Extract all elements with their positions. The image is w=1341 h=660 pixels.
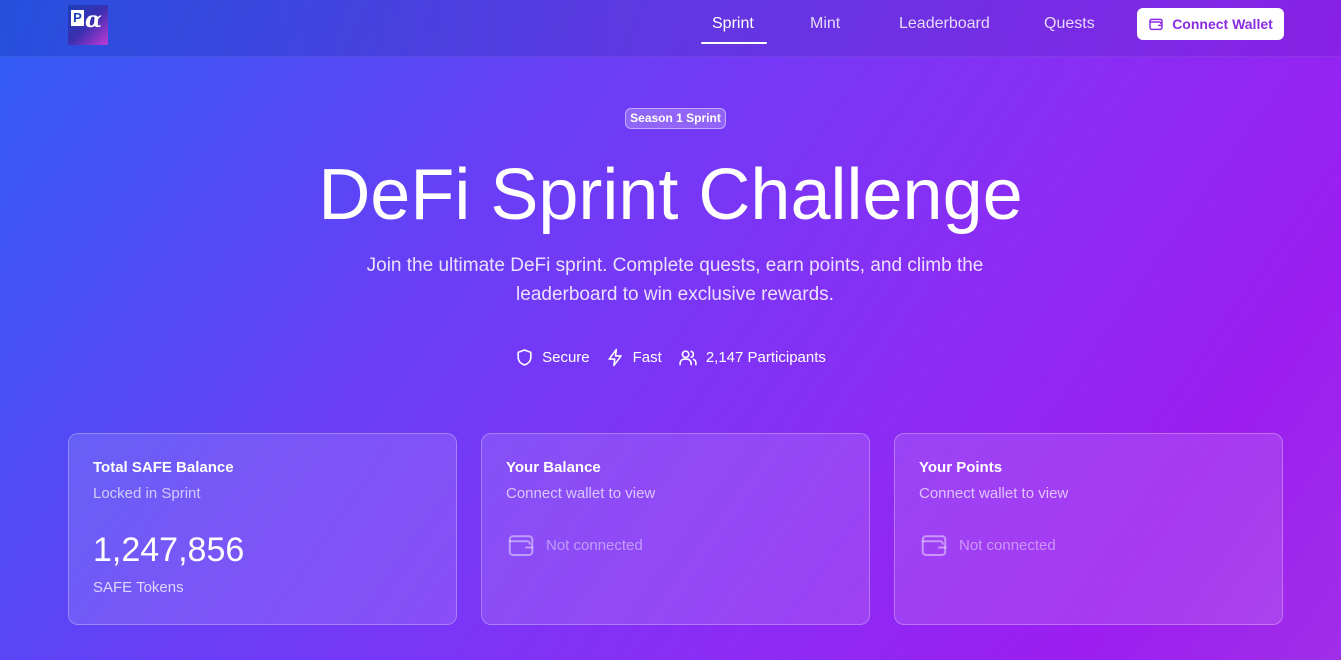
total-balance-card: Total SAFE Balance Locked in Sprint 1,24… (68, 433, 457, 625)
feature-participants: 2,147 Participants (678, 348, 826, 367)
top-nav-bar: P α Sprint Mint Leaderboard Quests Conne… (0, 0, 1341, 57)
logo-letter: P (71, 10, 84, 26)
lightning-icon (608, 348, 622, 366)
wallet-icon (1149, 18, 1163, 31)
logo-glyph: α (85, 7, 102, 33)
wallet-icon (508, 535, 534, 556)
connect-wallet-label: Connect Wallet (1172, 16, 1273, 32)
not-connected-state: Not connected (506, 530, 643, 560)
not-connected-label: Not connected (959, 536, 1056, 554)
page-title: DeFi Sprint Challenge (318, 155, 1023, 235)
users-icon (679, 349, 697, 365)
feature-fast: Fast (606, 348, 662, 367)
nav-mint[interactable]: Mint (810, 14, 840, 34)
shield-icon (517, 348, 532, 366)
card-subtitle: Connect wallet to view (506, 485, 656, 502)
app-logo[interactable]: P α (68, 5, 108, 45)
nav-active-indicator (701, 42, 767, 44)
your-points-card: Your Points Connect wallet to view Not c… (894, 433, 1283, 625)
wallet-icon (921, 535, 947, 556)
feature-secure: Secure (515, 348, 590, 367)
feature-label: Fast (632, 348, 662, 366)
page-subtitle: Join the ultimate DeFi sprint. Complete … (366, 255, 984, 305)
feature-label: Secure (542, 348, 590, 366)
card-subtitle: Connect wallet to view (919, 485, 1069, 502)
your-balance-card: Your Balance Connect wallet to view Not … (481, 433, 870, 625)
total-balance-value: 1,247,856 (93, 531, 245, 569)
season-badge: Season 1 Sprint (625, 108, 726, 129)
card-title: Your Balance (506, 459, 601, 476)
card-title: Your Points (919, 459, 1003, 476)
not-connected-label: Not connected (546, 536, 643, 554)
feature-list: Secure Fast 2,147 Participants (0, 345, 1341, 369)
nav-sprint[interactable]: Sprint (712, 14, 754, 34)
feature-label: 2,147 Participants (705, 348, 826, 366)
card-subtitle: Locked in Sprint (93, 485, 201, 502)
token-unit-label: SAFE Tokens (93, 579, 184, 596)
nav-quests[interactable]: Quests (1044, 14, 1095, 34)
not-connected-state: Not connected (919, 530, 1056, 560)
nav-leaderboard[interactable]: Leaderboard (899, 14, 990, 34)
connect-wallet-button[interactable]: Connect Wallet (1137, 8, 1284, 40)
card-title: Total SAFE Balance (93, 459, 234, 476)
